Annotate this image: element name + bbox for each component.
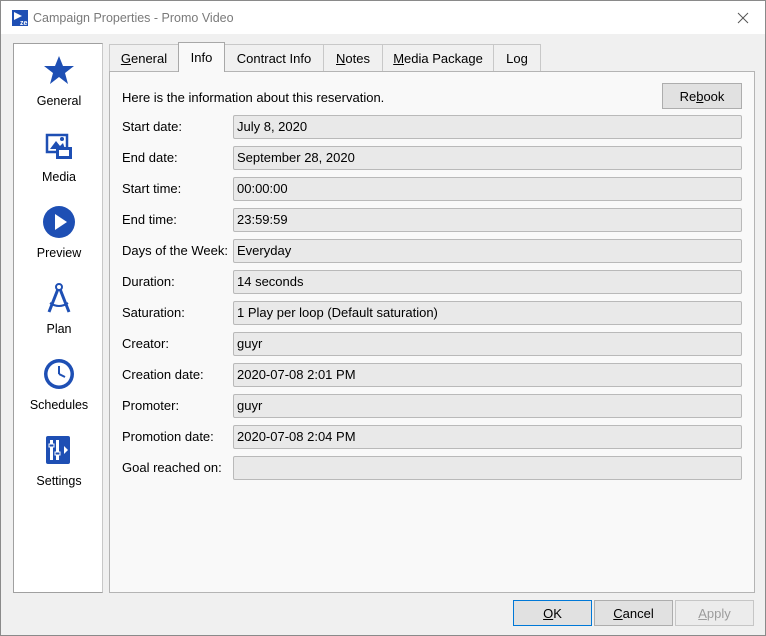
- field-label: Start date:: [122, 119, 182, 134]
- tab-label: Notes: [336, 50, 370, 66]
- sidebar-item-media[interactable]: Media: [14, 128, 104, 200]
- tab-general[interactable]: General: [109, 44, 179, 71]
- close-button[interactable]: [721, 1, 765, 34]
- sidebar-item-label: Plan: [46, 322, 72, 336]
- tab-log[interactable]: Log: [493, 44, 541, 71]
- compass-icon: [41, 280, 77, 316]
- sidebar: General Media Preview Plan Schedules Set…: [13, 43, 103, 593]
- ok-button[interactable]: OK: [513, 600, 592, 626]
- info-panel: Here is the information about this reser…: [109, 71, 755, 593]
- tab-label: Info: [190, 50, 213, 65]
- field-value[interactable]: 2020-07-08 2:01 PM: [233, 363, 742, 387]
- star-icon: [41, 52, 77, 88]
- field-value[interactable]: [233, 456, 742, 480]
- campaign-properties-window: ze Campaign Properties - Promo Video Gen…: [0, 0, 766, 636]
- svg-text:ze: ze: [20, 20, 28, 26]
- field-label: Creator:: [122, 336, 169, 351]
- media-icon: [41, 128, 77, 164]
- tab-label: Contract Info: [236, 50, 312, 66]
- field-value[interactable]: July 8, 2020: [233, 115, 742, 139]
- field-value[interactable]: September 28, 2020: [233, 146, 742, 170]
- field-value[interactable]: guyr: [233, 332, 742, 356]
- tab-notes[interactable]: Notes: [323, 44, 383, 71]
- field-value[interactable]: guyr: [233, 394, 742, 418]
- sidebar-item-label: Schedules: [29, 398, 89, 412]
- app-icon: ze: [12, 10, 28, 26]
- field-value[interactable]: 00:00:00: [233, 177, 742, 201]
- field-value[interactable]: 1 Play per loop (Default saturation): [233, 301, 742, 325]
- close-icon: [737, 12, 749, 23]
- rebook-button[interactable]: Re b ook: [662, 83, 742, 109]
- field-value[interactable]: 14 seconds: [233, 270, 742, 294]
- field-value[interactable]: 23:59:59: [233, 208, 742, 232]
- tab-info[interactable]: Info: [178, 42, 225, 72]
- sidebar-item-preview[interactable]: Preview: [14, 204, 104, 276]
- field-label: Creation date:: [122, 367, 204, 382]
- sidebar-item-settings[interactable]: Settings: [14, 432, 104, 504]
- apply-button: Apply: [675, 600, 754, 626]
- sidebar-item-schedules[interactable]: Schedules: [14, 356, 104, 428]
- tab-label: Media Package: [393, 50, 483, 66]
- field-value[interactable]: 2020-07-08 2:04 PM: [233, 425, 742, 449]
- field-label: End time:: [122, 212, 177, 227]
- tab-label: Log: [506, 50, 528, 66]
- field-label: Promoter:: [122, 398, 180, 413]
- window-title: Campaign Properties - Promo Video: [33, 11, 234, 25]
- sidebar-item-plan[interactable]: Plan: [14, 280, 104, 352]
- field-label: Promotion date:: [122, 429, 214, 444]
- cancel-button[interactable]: Cancel: [594, 600, 673, 626]
- play-icon: [41, 204, 77, 240]
- sidebar-item-label: Media: [41, 170, 77, 184]
- field-value[interactable]: Everyday: [233, 239, 742, 263]
- field-label: Duration:: [122, 274, 175, 289]
- field-label: Goal reached on:: [122, 460, 222, 475]
- sidebar-item-label: Preview: [36, 246, 82, 260]
- tab-contract-info[interactable]: Contract Info: [224, 44, 324, 71]
- clock-icon: [41, 356, 77, 392]
- settings-icon: [41, 432, 77, 468]
- sidebar-item-general[interactable]: General: [14, 52, 104, 124]
- field-label: Saturation:: [122, 305, 185, 320]
- tab-media-package[interactable]: Media Package: [382, 44, 494, 71]
- sidebar-item-label: General: [36, 94, 82, 108]
- field-label: Start time:: [122, 181, 182, 196]
- title-bar: ze Campaign Properties - Promo Video: [1, 1, 765, 34]
- sidebar-item-label: Settings: [36, 474, 82, 488]
- field-label: Days of the Week:: [122, 243, 228, 258]
- field-label: End date:: [122, 150, 178, 165]
- tab-label: General: [120, 50, 168, 66]
- intro-text: Here is the information about this reser…: [122, 90, 385, 105]
